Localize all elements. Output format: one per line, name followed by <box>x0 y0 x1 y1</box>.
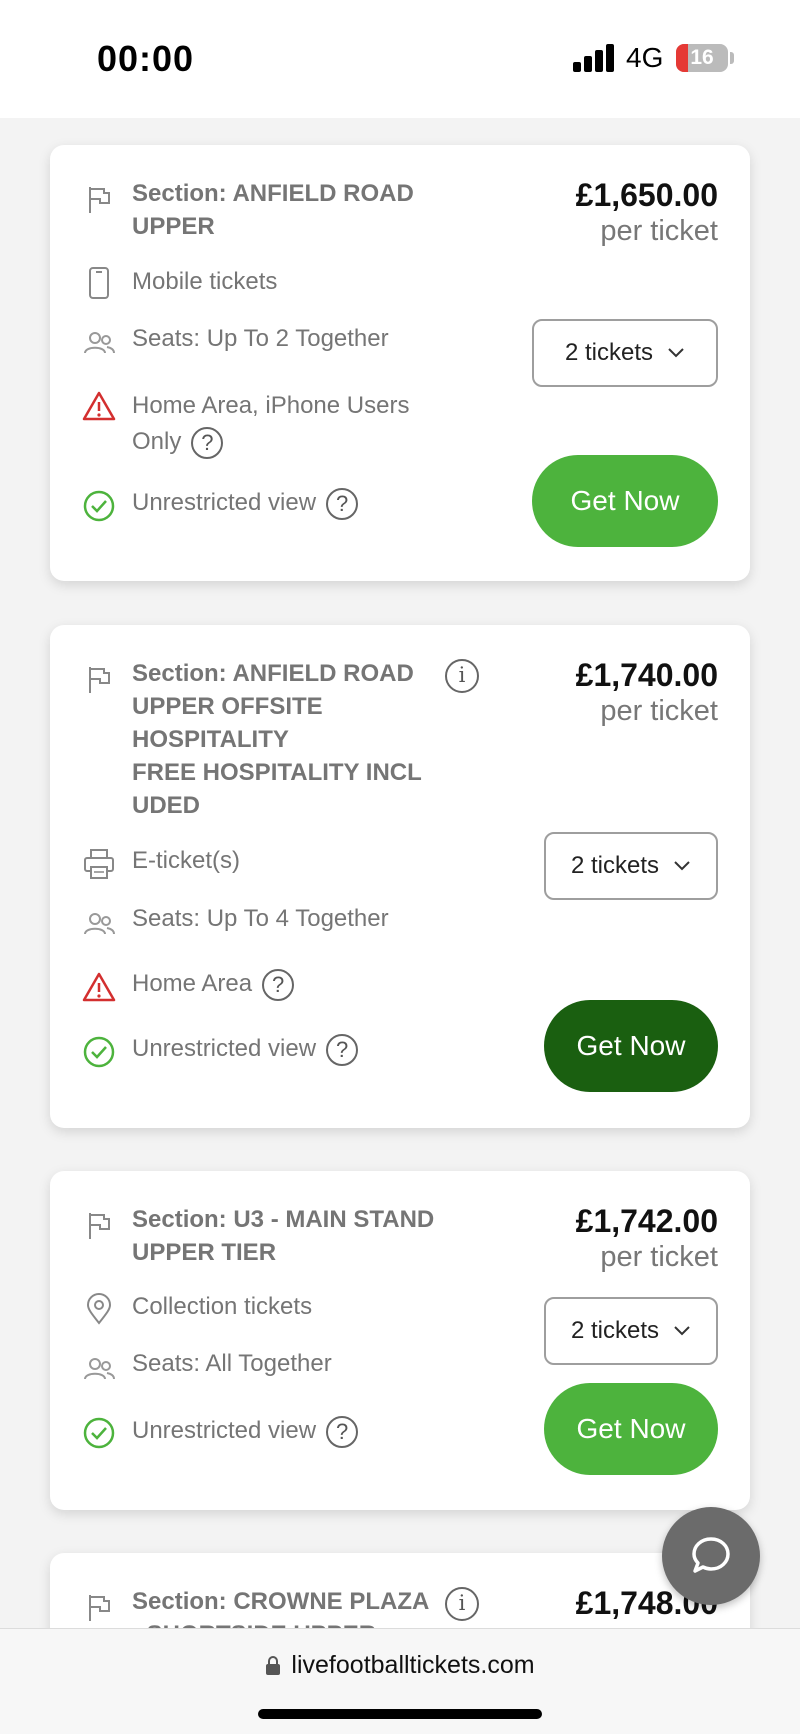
ticket-quantity-value: 2 tickets <box>570 852 660 879</box>
get-now-button[interactable]: Get Now <box>532 455 718 547</box>
restriction-text: Home Area <box>132 970 253 997</box>
delivery-type: Collection tickets <box>132 1293 313 1320</box>
ticket-quantity-select[interactable]: 2 tickets <box>544 1297 718 1365</box>
per-ticket-label: per ticket <box>600 215 718 247</box>
seats-info: Seats: All Together <box>132 1350 332 1377</box>
network-label: 4G <box>626 42 664 73</box>
people-icon <box>82 323 116 357</box>
warning-icon <box>82 970 116 1004</box>
help-icon[interactable]: ? <box>326 1033 359 1066</box>
seats-info: Seats: Up To 4 Together <box>132 905 389 932</box>
phone-icon <box>82 266 116 300</box>
status-bar: 00:00 4G 16 <box>0 0 800 118</box>
section-title: Section: ANFIELD ROAD UPPER OFFSITE HOSP… <box>132 660 422 819</box>
flag-icon <box>82 1591 116 1625</box>
section-title: Section: ANFIELD ROAD UPPER <box>132 180 414 240</box>
ticket-quantity-select[interactable]: 2 tickets <box>544 832 718 900</box>
warning-icon <box>82 389 116 423</box>
view-info: Unrestricted view? <box>132 1413 359 1449</box>
price: £1,742.00 <box>575 1203 718 1239</box>
view-text: Unrestricted view <box>132 489 317 516</box>
help-icon[interactable]: ? <box>326 1415 359 1448</box>
info-icon[interactable]: i <box>445 659 479 693</box>
people-icon <box>82 1349 116 1383</box>
price: £1,650.00 <box>575 177 718 213</box>
section-title: Section: U3 - MAIN STAND UPPER TIER <box>132 1206 435 1266</box>
listing-card: Section: U3 - MAIN STAND UPPER TIER £1,7… <box>50 1171 750 1510</box>
url-text: livefootballtickets.com <box>291 1651 535 1679</box>
help-icon[interactable]: ? <box>326 487 359 520</box>
ticket-quantity-select[interactable]: 2 tickets <box>532 319 718 387</box>
seats-info: Seats: Up To 2 Together <box>132 325 389 352</box>
location-pin-icon <box>82 1292 116 1326</box>
restriction-info: Home Area, iPhone Users Only? <box>132 388 452 460</box>
chat-icon <box>692 1537 730 1573</box>
price: £1,740.00 <box>575 657 718 693</box>
chevron-down-icon <box>674 861 690 871</box>
chevron-down-icon <box>668 348 684 358</box>
flag-icon <box>82 1209 116 1243</box>
restriction-info: Home Area? <box>132 966 295 1002</box>
delivery-type: E-ticket(s) <box>132 847 240 874</box>
listing-card: Section: ANFIELD ROAD UPPER £1,650.00 pe… <box>50 145 750 581</box>
check-circle-icon <box>82 1416 116 1450</box>
lock-icon <box>266 1655 281 1675</box>
per-ticket-label: per ticket <box>600 1241 718 1273</box>
flag-icon <box>82 663 116 697</box>
listing-card: Section: ANFIELD ROAD UPPER OFFSITE HOSP… <box>50 625 750 1128</box>
help-icon[interactable]: ? <box>191 426 224 459</box>
flag-icon <box>82 183 116 217</box>
get-now-button[interactable]: Get Now <box>544 1000 718 1092</box>
delivery-type: Mobile tickets <box>132 268 278 295</box>
printer-icon <box>82 847 116 881</box>
ticket-quantity-value: 2 tickets <box>564 339 654 366</box>
view-text: Unrestricted view <box>132 1035 317 1062</box>
home-indicator[interactable] <box>258 1709 542 1719</box>
info-icon[interactable]: i <box>445 1587 479 1621</box>
view-info: Unrestricted view? <box>132 1031 359 1067</box>
help-icon[interactable]: ? <box>262 968 295 1001</box>
restriction-text: Home Area, iPhone Users Only <box>132 392 410 455</box>
view-info: Unrestricted view? <box>132 485 359 521</box>
battery-icon: 16 <box>676 44 728 72</box>
browser-url-bar[interactable]: livefootballtickets.com <box>0 1628 800 1734</box>
view-text: Unrestricted view <box>132 1417 317 1444</box>
ticket-quantity-value: 2 tickets <box>570 1317 660 1344</box>
get-now-button[interactable]: Get Now <box>544 1383 718 1475</box>
signal-icon <box>573 44 615 72</box>
per-ticket-label: per ticket <box>600 695 718 727</box>
battery-level: 16 <box>690 46 714 69</box>
check-circle-icon <box>82 1035 116 1069</box>
people-icon <box>82 904 116 938</box>
chevron-down-icon <box>674 1326 690 1336</box>
check-circle-icon <box>82 489 116 523</box>
chat-button[interactable] <box>662 1507 760 1605</box>
status-time: 00:00 <box>97 38 195 79</box>
